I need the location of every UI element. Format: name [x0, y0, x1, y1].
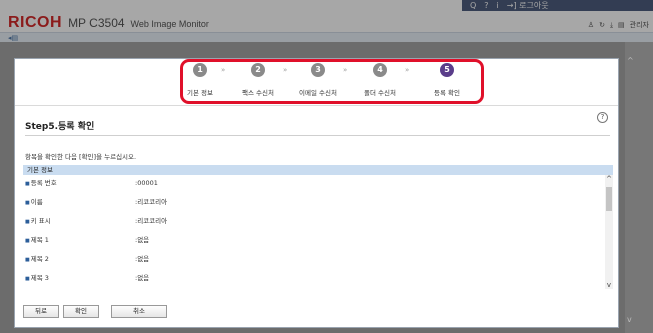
header-dim — [0, 0, 653, 42]
page-scrollbar[interactable] — [625, 42, 653, 333]
row-value: :없음 — [135, 274, 150, 282]
table-row: 등록 번호 :00001 — [23, 175, 605, 191]
row-label: 제목 2 — [25, 251, 49, 268]
table-row: 제목 3 :없음 — [23, 270, 605, 286]
row-label: 이름 — [25, 194, 43, 211]
table-row: 키 표시 :리코코리아 — [23, 213, 605, 229]
address-registration-dialog: 1 기본 정보 » 2 팩스 수신처 » 3 이메일 수신처 » 4 폴더 수신… — [14, 58, 619, 328]
step-indicator: 1 기본 정보 » 2 팩스 수신처 » 3 이메일 수신처 » 4 폴더 수신… — [15, 59, 618, 107]
row-label: 등록 번호 — [25, 175, 57, 192]
row-value: :없음 — [135, 255, 150, 263]
row-value: :리코코리아 — [135, 217, 168, 225]
dialog-buttons: 뒤로 확인 취소 — [23, 305, 167, 318]
scroll-down-icon[interactable]: v — [605, 281, 613, 289]
instruction-text: 항목을 확인한 다음 [확인]을 누르십시오. — [25, 153, 137, 161]
help-icon[interactable]: ? — [597, 112, 608, 123]
row-value: :리코코리아 — [135, 198, 168, 206]
scroll-thumb[interactable] — [606, 187, 612, 211]
step-highlight-annotation — [180, 59, 484, 104]
row-label: 제목 1 — [25, 232, 49, 249]
row-value: :없음 — [135, 236, 150, 244]
steps-divider — [15, 105, 618, 106]
ok-button[interactable]: 확인 — [63, 305, 99, 318]
confirmation-table: 기본 정보 등록 번호 :00001 이름 :리코코리아 키 표시 :리코코리아… — [23, 165, 613, 289]
table-row: 제목 2 :없음 — [23, 251, 605, 267]
back-button[interactable]: 뒤로 — [23, 305, 59, 318]
scroll-up-icon[interactable]: ^ — [605, 175, 613, 183]
row-value: :00001 — [135, 179, 158, 187]
page-title: Step5.등록 확인 — [25, 122, 95, 132]
title-divider — [25, 135, 610, 136]
page-scroll-down-icon[interactable]: v — [627, 315, 632, 324]
table-row: 제목 1 :없음 — [23, 232, 605, 248]
table-scrollbar[interactable]: ^ v — [605, 175, 613, 289]
page-scroll-up-icon[interactable]: ^ — [627, 56, 634, 65]
cancel-button[interactable]: 취소 — [111, 305, 167, 318]
row-label: 제목 3 — [25, 270, 49, 287]
row-label: 키 표시 — [25, 213, 51, 230]
table-row: 이름 :리코코리아 — [23, 194, 605, 210]
section-header: 기본 정보 — [23, 165, 613, 175]
